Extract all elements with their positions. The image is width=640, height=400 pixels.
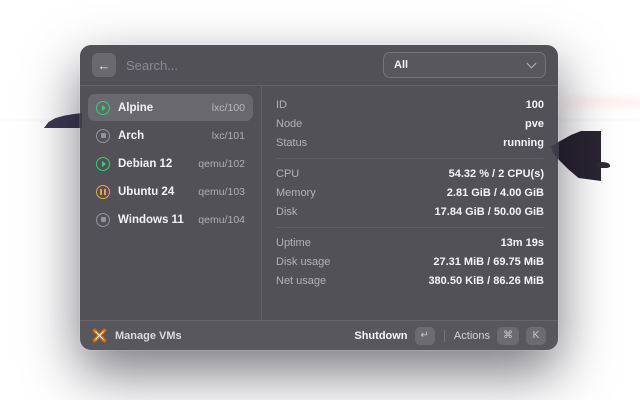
command-key-badge: ⌘ bbox=[497, 326, 519, 345]
actions-menu-button[interactable]: Actions bbox=[454, 330, 490, 342]
detail-label: Disk usage bbox=[276, 255, 331, 268]
cloud-decoration bbox=[560, 96, 640, 108]
search-header: ← All bbox=[80, 45, 558, 85]
vm-list-item[interactable]: Ubuntu 24 qemu/103 bbox=[88, 178, 253, 205]
running-status-icon bbox=[96, 156, 110, 171]
vm-id: lxc/100 bbox=[211, 101, 245, 114]
detail-value: 13m 19s bbox=[500, 236, 544, 249]
vm-id: lxc/101 bbox=[211, 129, 245, 142]
rock-silhouette bbox=[597, 162, 610, 168]
detail-label: Status bbox=[276, 136, 308, 149]
detail-label: Memory bbox=[276, 186, 316, 199]
enter-key-badge: ↵ bbox=[414, 326, 435, 345]
vm-id: qemu/103 bbox=[198, 185, 245, 198]
footer-divider bbox=[443, 329, 445, 342]
detail-row: CPU 54.32 % / 2 CPU(s) bbox=[276, 164, 544, 183]
detail-section: Uptime 13m 19s Disk usage 27.31 MiB / 69… bbox=[276, 228, 544, 296]
detail-label: Uptime bbox=[276, 236, 311, 249]
detail-row: Memory 2.81 GiB / 4.00 GiB bbox=[276, 183, 544, 202]
footer-app: Manage VMs bbox=[92, 328, 182, 343]
detail-row: Node pve bbox=[276, 114, 544, 133]
vm-name: Debian 12 bbox=[118, 157, 173, 170]
search-field-wrap bbox=[126, 57, 373, 73]
shutdown-action[interactable]: Shutdown bbox=[354, 330, 407, 342]
vm-name: Ubuntu 24 bbox=[118, 185, 175, 198]
window-body: Alpine lxc/100 Arch lxc/101 Debian 12 qe… bbox=[80, 86, 558, 320]
running-status-icon bbox=[96, 100, 110, 115]
detail-label: ID bbox=[276, 98, 287, 111]
vm-list-item[interactable]: Alpine lxc/100 bbox=[88, 94, 253, 121]
stopped-status-icon bbox=[96, 128, 110, 143]
detail-label: Net usage bbox=[276, 274, 327, 287]
vm-list: Alpine lxc/100 Arch lxc/101 Debian 12 qe… bbox=[80, 86, 261, 320]
detail-value: 54.32 % / 2 CPU(s) bbox=[448, 167, 544, 180]
detail-section: CPU 54.32 % / 2 CPU(s) Memory 2.81 GiB /… bbox=[276, 159, 544, 227]
vm-list-item[interactable]: Arch lxc/101 bbox=[88, 122, 253, 149]
vm-id: qemu/104 bbox=[198, 213, 245, 226]
vm-name: Alpine bbox=[118, 101, 154, 114]
detail-label: CPU bbox=[276, 167, 300, 180]
detail-row: Disk usage 27.31 MiB / 69.75 MiB bbox=[276, 252, 544, 271]
detail-value: pve bbox=[525, 117, 544, 130]
detail-row: Status running bbox=[276, 133, 544, 152]
footer-actions: Shutdown ↵ Actions ⌘ K bbox=[354, 326, 546, 345]
detail-value: 100 bbox=[525, 98, 544, 111]
vm-list-item[interactable]: Windows 11 qemu/104 bbox=[88, 206, 253, 233]
vm-name: Arch bbox=[118, 129, 145, 142]
detail-row: Uptime 13m 19s bbox=[276, 233, 544, 252]
app-label: Manage VMs bbox=[115, 329, 182, 342]
detail-label: Node bbox=[276, 117, 303, 130]
proxmox-logo-icon bbox=[92, 328, 107, 343]
detail-row: ID 100 bbox=[276, 95, 544, 114]
vm-name: Windows 11 bbox=[118, 213, 184, 226]
detail-value: 27.31 MiB / 69.75 MiB bbox=[433, 255, 544, 268]
paused-status-icon bbox=[96, 184, 110, 199]
detail-value: 380.50 KiB / 86.26 MiB bbox=[428, 274, 544, 287]
chevron-down-icon bbox=[526, 58, 537, 69]
arrow-left-icon: ← bbox=[97, 57, 111, 73]
detail-row: Disk 17.84 GiB / 50.00 GiB bbox=[276, 202, 544, 221]
detail-row: Net usage 380.50 KiB / 86.26 MiB bbox=[276, 271, 544, 290]
vm-manager-window: ← All Alpine lxc/100 Arch lxc/101 Debian… bbox=[80, 45, 558, 350]
detail-value: running bbox=[503, 136, 544, 149]
detail-section: ID 100 Node pve Status running bbox=[276, 90, 544, 158]
footer-bar: Manage VMs Shutdown ↵ Actions ⌘ K bbox=[80, 320, 558, 350]
filter-dropdown-value: All bbox=[394, 59, 409, 71]
filter-dropdown[interactable]: All bbox=[383, 52, 546, 78]
detail-value: 2.81 GiB / 4.00 GiB bbox=[446, 186, 544, 199]
vm-id: qemu/102 bbox=[198, 157, 245, 170]
vm-details: ID 100 Node pve Status running CPU 54.32… bbox=[262, 86, 558, 320]
cliff-silhouette bbox=[551, 131, 601, 181]
search-input[interactable] bbox=[126, 57, 373, 73]
detail-value: 17.84 GiB / 50.00 GiB bbox=[434, 205, 544, 218]
k-key-badge: K bbox=[526, 326, 546, 345]
back-button[interactable]: ← bbox=[92, 53, 116, 77]
detail-label: Disk bbox=[276, 205, 298, 218]
vm-list-item[interactable]: Debian 12 qemu/102 bbox=[88, 150, 253, 177]
stopped-status-icon bbox=[96, 212, 110, 227]
desktop-wallpaper: ← All Alpine lxc/100 Arch lxc/101 Debian… bbox=[0, 0, 640, 400]
